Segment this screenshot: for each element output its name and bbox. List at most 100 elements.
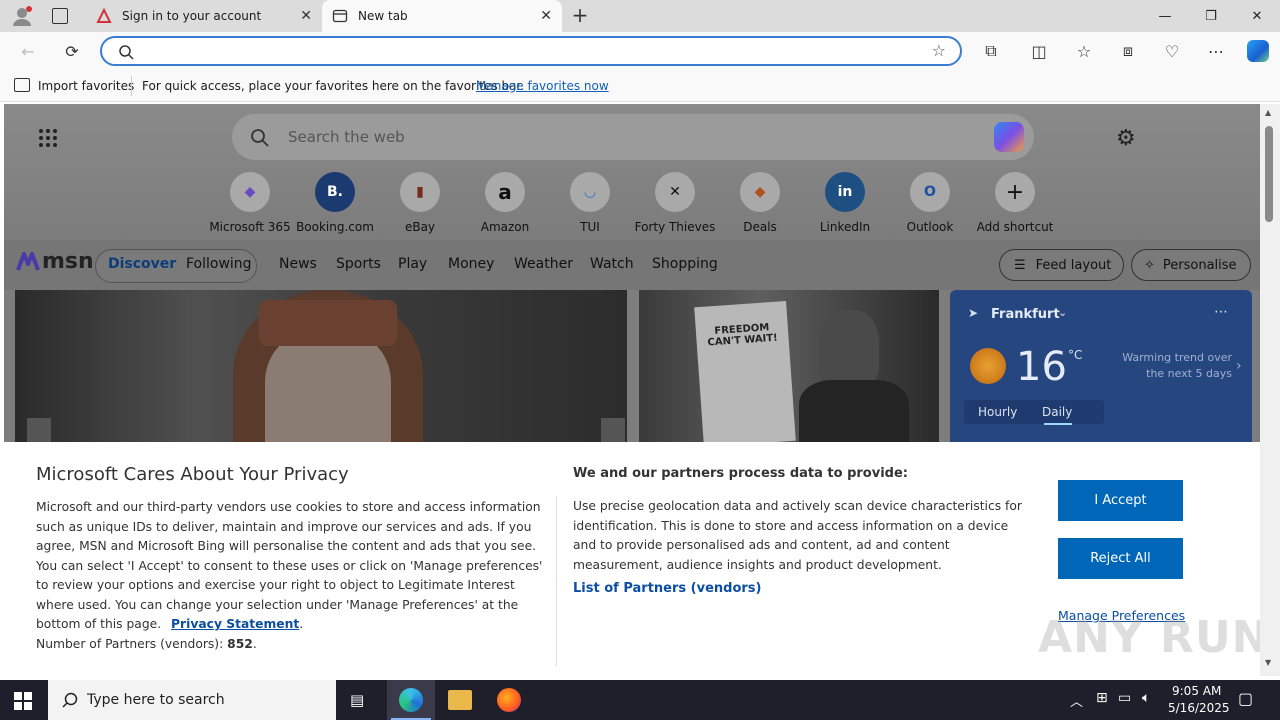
list-of-partners-link[interactable]: List of Partners (vendors) xyxy=(573,581,761,596)
settings-gear-icon[interactable]: ⚙ xyxy=(1116,126,1136,151)
network-icon[interactable]: ⊞ xyxy=(1096,690,1108,706)
headline-news-image[interactable]: FREEDOM CAN'T WAIT! xyxy=(639,290,939,460)
newspaper-image: FREEDOM CAN'T WAIT! xyxy=(694,300,796,448)
windows-start-icon[interactable] xyxy=(14,692,32,713)
feed-layout-label: Feed layout xyxy=(1035,257,1112,273)
app-launcher-icon[interactable] xyxy=(38,128,58,151)
restore-button[interactable]: ❐ xyxy=(1188,0,1234,32)
show-hidden-icons-icon[interactable]: ︿ xyxy=(1070,691,1083,710)
personalise-icon: ✧ xyxy=(1144,257,1155,273)
collections-icon[interactable]: ⧈ xyxy=(1112,32,1144,70)
import-favorites-icon xyxy=(14,78,30,92)
nav-sports[interactable]: Sports xyxy=(336,256,381,272)
personalise-button[interactable]: ✧ Personalise xyxy=(1131,249,1251,281)
import-favorites-button[interactable]: Import favorites xyxy=(38,79,134,93)
personalise-label: Personalise xyxy=(1162,257,1237,273)
nav-money[interactable]: Money xyxy=(448,256,494,272)
shortcut-booking[interactable]: B. Booking.com xyxy=(292,172,378,236)
nav-play[interactable]: Play xyxy=(398,256,427,272)
web-search-box[interactable]: Search the web xyxy=(232,114,1034,160)
tab-actions-icon[interactable] xyxy=(52,8,68,24)
task-view-icon[interactable]: ▤ xyxy=(350,691,364,709)
shortcut-amazon[interactable]: a Amazon xyxy=(462,172,548,236)
location-arrow-icon: ➤ xyxy=(968,306,979,320)
file-explorer-icon[interactable] xyxy=(448,690,472,710)
data-processing-body: Use precise geolocation data and activel… xyxy=(573,499,1022,572)
weather-card[interactable]: ➤ Frankfurt ⌄ ⋯ 16 °C Warming trend over… xyxy=(950,290,1252,460)
carousel-prev-button[interactable] xyxy=(27,418,51,444)
amazon-icon: a xyxy=(485,172,525,212)
tab-discover[interactable]: Discover xyxy=(108,256,176,272)
minimize-button[interactable]: — xyxy=(1142,0,1188,32)
shortcut-label: Add shortcut xyxy=(976,220,1054,234)
weather-temperature: 16 xyxy=(1016,344,1067,390)
partners-count: 852 xyxy=(227,636,253,651)
nav-weather[interactable]: Weather xyxy=(514,256,573,272)
extensions-icon[interactable]: ⧉ xyxy=(975,32,1007,70)
shortcut-outlook[interactable]: O Outlook xyxy=(887,172,973,236)
privacy-statement-link[interactable]: Privacy Statement xyxy=(171,617,299,631)
reject-all-button[interactable]: Reject All xyxy=(1058,538,1183,579)
accept-button[interactable]: I Accept xyxy=(1058,480,1183,521)
browser-essentials-icon[interactable]: ♡ xyxy=(1156,32,1188,70)
scrollbar-thumb[interactable] xyxy=(1265,126,1273,222)
feed-layout-button[interactable]: ☰ Feed layout xyxy=(999,249,1124,281)
more-menu-icon[interactable]: ⋯ xyxy=(1200,32,1232,70)
scroll-up-icon[interactable]: ▲ xyxy=(1265,108,1271,117)
firefox-icon[interactable] xyxy=(497,688,521,712)
close-tab-icon[interactable]: ✕ xyxy=(300,8,312,24)
back-button[interactable]: ← xyxy=(12,32,44,70)
notifications-icon[interactable]: ▢ xyxy=(1238,689,1253,708)
newspaper-headline: FREEDOM CAN'T WAIT! xyxy=(707,322,779,349)
shortcut-microsoft-365[interactable]: ◆ Microsoft 365 xyxy=(207,172,293,236)
chevron-right-icon[interactable]: › xyxy=(1236,358,1242,374)
sliders-icon: ☰ xyxy=(1014,257,1026,273)
nav-shopping[interactable]: Shopping xyxy=(652,256,718,272)
favorites-icon[interactable]: ☆ xyxy=(1068,32,1100,70)
shortcut-add[interactable]: + Add shortcut xyxy=(972,172,1058,236)
clock-date[interactable]: 5/16/2025 xyxy=(1168,701,1230,715)
tab-sign-in[interactable]: Sign in to your account ✕ xyxy=(86,0,322,32)
scroll-down-icon[interactable]: ▼ xyxy=(1265,658,1271,667)
taskbar-search-box[interactable]: Type here to search xyxy=(48,680,336,720)
shortcut-forty-thieves[interactable]: ✕ Forty Thieves xyxy=(632,172,718,236)
shortcut-label: Forty Thieves xyxy=(634,220,716,234)
nav-watch[interactable]: Watch xyxy=(590,256,634,272)
chevron-down-icon[interactable]: ⌄ xyxy=(1058,306,1067,319)
nav-news[interactable]: News xyxy=(279,256,317,272)
weather-location[interactable]: Frankfurt xyxy=(991,307,1060,322)
weather-unit[interactable]: °C xyxy=(1068,348,1082,362)
new-tab-button[interactable]: + xyxy=(568,4,592,28)
navigation-bar: ← ⟳ ☆ ⧉ ◫ ☆ ⧈ ♡ ⋯ xyxy=(0,32,1280,70)
shortcut-ebay[interactable]: ▮ eBay xyxy=(377,172,463,236)
shortcut-linkedin[interactable]: in LinkedIn xyxy=(802,172,888,236)
split-screen-icon[interactable]: ◫ xyxy=(1023,32,1055,70)
ethernet-icon[interactable]: ▭ xyxy=(1118,690,1131,706)
manage-favorites-link[interactable]: Manage favorites now xyxy=(476,79,609,93)
profile-icon[interactable] xyxy=(10,4,34,28)
taskbar-edge[interactable] xyxy=(387,680,435,720)
clock-time[interactable]: 9:05 AM xyxy=(1172,684,1221,698)
tab-following[interactable]: Following xyxy=(186,256,252,272)
copilot-icon[interactable] xyxy=(994,122,1024,152)
more-options-icon[interactable]: ⋯ xyxy=(1214,304,1228,320)
msn-logo[interactable]: msn xyxy=(16,249,94,274)
microsoft-365-icon: ◆ xyxy=(230,172,270,212)
tab-new-tab[interactable]: New tab ✕ xyxy=(322,0,562,32)
hero-news-image[interactable] xyxy=(15,290,627,460)
shortcut-deals[interactable]: ◆ Deals xyxy=(717,172,803,236)
shortcut-tui[interactable]: ◡ TUI xyxy=(547,172,633,236)
close-tab-icon[interactable]: ✕ xyxy=(540,8,552,24)
address-bar[interactable]: ☆ xyxy=(100,36,962,66)
close-window-button[interactable]: ✕ xyxy=(1234,0,1280,32)
tab-hourly[interactable]: Hourly xyxy=(978,405,1017,419)
consent-body: Microsoft and our third-party vendors us… xyxy=(36,500,543,651)
copilot-icon[interactable] xyxy=(1242,32,1274,70)
carousel-next-button[interactable] xyxy=(601,418,625,444)
favorite-star-icon[interactable]: ☆ xyxy=(932,41,946,60)
privacy-consent-banner: Microsoft Cares About Your Privacy Micro… xyxy=(4,442,1269,676)
refresh-button[interactable]: ⟳ xyxy=(56,32,88,70)
volume-icon[interactable]: 🔈︎ xyxy=(1142,690,1150,706)
tab-daily[interactable]: Daily xyxy=(1042,405,1072,419)
page-scrollbar[interactable]: ▲ ▼ xyxy=(1260,104,1280,676)
